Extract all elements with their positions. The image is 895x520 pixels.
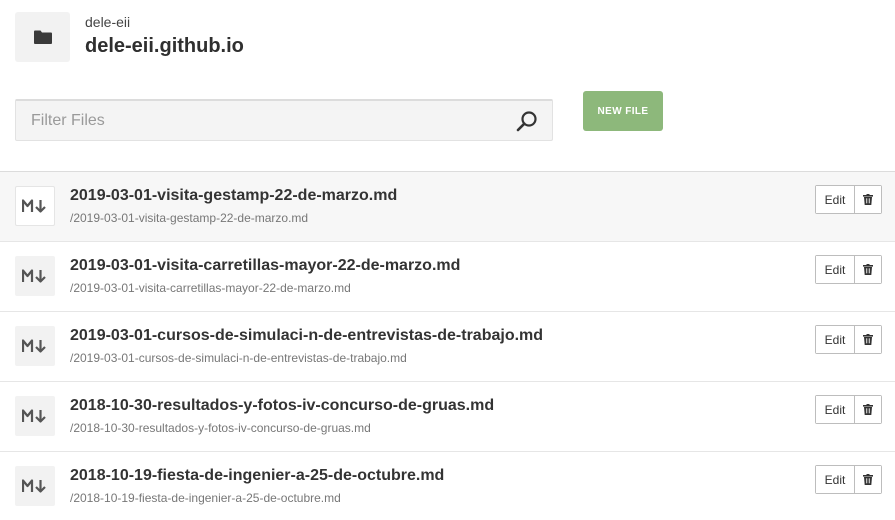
folder-icon [33, 30, 52, 44]
filter-files-input[interactable] [16, 101, 514, 140]
file-path: /2018-10-30-resultados-y-fotos-iv-concur… [70, 421, 371, 435]
trash-icon [863, 474, 873, 485]
markdown-icon [15, 396, 55, 436]
file-path: /2019-03-01-cursos-de-simulaci-n-de-entr… [70, 351, 407, 365]
edit-button[interactable]: Edit [816, 256, 855, 283]
file-path: /2018-10-19-fiesta-de-ingenier-a-25-de-o… [70, 491, 341, 505]
edit-button[interactable]: Edit [816, 186, 855, 213]
delete-button[interactable] [855, 396, 881, 423]
search-icon[interactable] [514, 108, 540, 134]
edit-button[interactable]: Edit [816, 326, 855, 353]
edit-button[interactable]: Edit [816, 466, 855, 493]
filter-files-field [15, 99, 553, 141]
trash-icon [863, 404, 873, 415]
delete-button[interactable] [855, 466, 881, 493]
trash-icon [863, 334, 873, 345]
file-name[interactable]: 2019-03-01-cursos-de-simulaci-n-de-entre… [70, 327, 543, 345]
file-row[interactable]: 2019-03-01-visita-carretillas-mayor-22-d… [0, 242, 895, 312]
file-actions: Edit [815, 395, 882, 424]
file-row[interactable]: 2019-03-01-cursos-de-simulaci-n-de-entre… [0, 312, 895, 382]
file-row[interactable]: 2018-10-30-resultados-y-fotos-iv-concurs… [0, 382, 895, 452]
file-row[interactable]: 2018-10-19-fiesta-de-ingenier-a-25-de-oc… [0, 452, 895, 520]
markdown-icon [15, 326, 55, 366]
repo-header: dele-eii dele-eii.github.io [15, 12, 244, 62]
folder-icon-box [15, 12, 70, 62]
trash-icon [863, 264, 873, 275]
new-file-button[interactable]: NEW FILE [583, 91, 663, 131]
delete-button[interactable] [855, 186, 881, 213]
file-name[interactable]: 2018-10-19-fiesta-de-ingenier-a-25-de-oc… [70, 467, 444, 485]
file-path: /2019-03-01-visita-carretillas-mayor-22-… [70, 281, 351, 295]
markdown-icon [15, 466, 55, 506]
file-list: 2019-03-01-visita-gestamp-22-de-marzo.md… [0, 171, 895, 520]
edit-button[interactable]: Edit [816, 396, 855, 423]
repo-owner: dele-eii [85, 14, 131, 30]
markdown-icon [15, 256, 55, 296]
file-path: /2019-03-01-visita-gestamp-22-de-marzo.m… [70, 211, 309, 225]
file-row[interactable]: 2019-03-01-visita-gestamp-22-de-marzo.md… [0, 172, 895, 242]
repo-name[interactable]: dele-eii.github.io [85, 34, 244, 58]
markdown-icon [15, 186, 55, 226]
file-name[interactable]: 2019-03-01-visita-gestamp-22-de-marzo.md [70, 187, 397, 205]
delete-button[interactable] [855, 326, 881, 353]
file-actions: Edit [815, 255, 882, 284]
delete-button[interactable] [855, 256, 881, 283]
file-name[interactable]: 2019-03-01-visita-carretillas-mayor-22-d… [70, 257, 460, 275]
file-name[interactable]: 2018-10-30-resultados-y-fotos-iv-concurs… [70, 397, 494, 415]
file-actions: Edit [815, 185, 882, 214]
file-actions: Edit [815, 465, 882, 494]
trash-icon [863, 194, 873, 205]
file-actions: Edit [815, 325, 882, 354]
